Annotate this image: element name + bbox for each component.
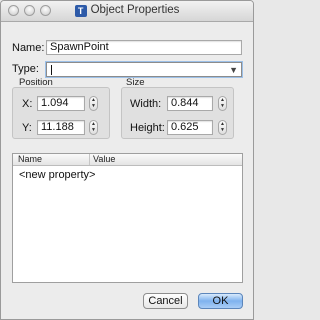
- properties-table[interactable]: Name Value <new property>: [12, 153, 243, 283]
- height-input[interactable]: 0.625: [167, 120, 213, 135]
- new-property-row[interactable]: <new property>: [19, 169, 95, 181]
- width-label: Width:: [130, 98, 162, 110]
- table-header: Name Value: [13, 154, 242, 166]
- stepper-down-icon[interactable]: ▼: [219, 104, 226, 109]
- column-divider: [89, 154, 90, 165]
- stepper-down-icon[interactable]: ▼: [219, 128, 226, 133]
- y-stepper[interactable]: ▲ ▼: [89, 120, 98, 135]
- height-label: Height:: [130, 122, 165, 134]
- name-input[interactable]: SpawnPoint: [46, 40, 242, 55]
- y-input[interactable]: 11.188: [37, 120, 85, 135]
- title-bar: T Object Properties: [1, 1, 253, 22]
- stepper-down-icon[interactable]: ▼: [90, 128, 97, 133]
- y-label: Y:: [22, 122, 32, 134]
- text-cursor: [51, 65, 52, 75]
- height-stepper[interactable]: ▲ ▼: [218, 120, 227, 135]
- stepper-down-icon[interactable]: ▼: [90, 104, 97, 109]
- column-header-name[interactable]: Name: [18, 154, 42, 165]
- x-label: X:: [22, 98, 33, 110]
- x-stepper[interactable]: ▲ ▼: [89, 96, 98, 111]
- app-icon: T: [74, 5, 87, 17]
- name-label: Name:: [12, 42, 45, 54]
- column-header-value[interactable]: Value: [93, 154, 115, 165]
- x-input[interactable]: 1.094: [37, 96, 85, 111]
- width-input[interactable]: 0.844: [167, 96, 213, 111]
- window-title-wrap: T Object Properties: [1, 4, 253, 17]
- type-label: Type:: [12, 63, 39, 75]
- window-title: Object Properties: [90, 4, 180, 16]
- width-stepper[interactable]: ▲ ▼: [218, 96, 227, 111]
- ok-button[interactable]: OK: [198, 293, 243, 309]
- chevron-down-icon[interactable]: ▼: [229, 64, 238, 76]
- object-properties-dialog: T Object Properties Name: SpawnPoint Type…: [0, 0, 254, 320]
- type-combobox[interactable]: ▼: [46, 62, 242, 77]
- cancel-button[interactable]: Cancel: [143, 293, 188, 309]
